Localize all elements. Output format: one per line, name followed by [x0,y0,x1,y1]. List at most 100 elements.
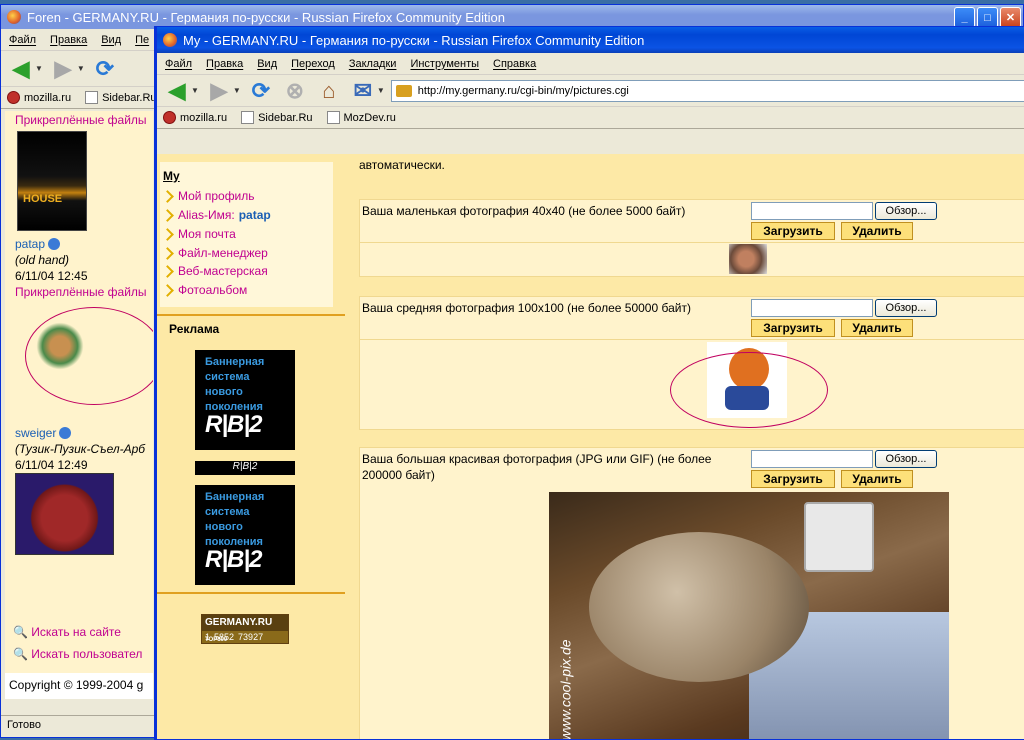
minimize-button[interactable]: _ [954,7,975,28]
highlight-ellipse [25,307,153,405]
sidebar-title[interactable]: My [163,169,180,183]
menu-tools[interactable]: Инструменты [410,58,479,70]
page-icon [326,111,340,124]
monitor [804,502,874,572]
small-photo-file-input[interactable] [751,202,873,220]
small-photo-delete-button[interactable]: Удалить [841,222,913,240]
menu-help[interactable]: Справка [493,58,536,70]
large-photo-panel: Ваша большая красивая фотография (JPG ил… [359,447,1024,740]
close-button[interactable]: ✕ [1000,7,1021,28]
ad-banner[interactable]: Баннерная система нового поколения R|B|2 [195,350,295,450]
bookmark-mozilla[interactable]: mozilla.ru [163,111,227,124]
firefox-icon [7,10,21,24]
menu-go[interactable]: Пе [135,34,149,46]
post-date: 6/11/04 12:49 [15,458,88,472]
small-photo-panel: Ваша маленькая фотография 40x40 (не боле… [359,199,1024,277]
main-area: автоматически. Ваша маленькая фотография… [345,154,1024,740]
search-site-link[interactable]: 🔍 Искать на сайте [13,625,121,639]
medium-photo-browse-button[interactable]: Обзор... [875,299,937,317]
forward-dropdown-icon[interactable]: ▼ [77,64,85,73]
medium-photo-upload-button[interactable]: Загрузить [751,319,835,337]
user-icon [59,427,72,439]
url-text: http://my.germany.ru/cgi-bin/my/pictures… [417,84,629,97]
large-photo-upload-button[interactable]: Загрузить [751,470,835,488]
site-icon [395,84,412,97]
sidebar-item-files[interactable]: Файл-менеджер [161,246,268,260]
arrow-icon [161,189,174,203]
arrow-icon [161,208,174,222]
post-author[interactable]: sweiger [15,426,72,440]
attached-files-link[interactable]: Прикреплённые файлы [15,113,147,127]
small-photo-browse-button[interactable]: Обзор... [875,202,937,220]
back-dropdown-icon[interactable]: ▼ [191,86,199,95]
post-author[interactable]: patap [15,237,61,251]
large-photo-file-input[interactable] [751,450,873,468]
arrow-icon [161,246,174,260]
top100-counter[interactable]: GERMANY.RU TOP100 1 5852 73927 [201,614,289,644]
front-menu-bar: Файл Правка Вид Переход Закладки Инструм… [157,53,1024,75]
back-page-content: Прикреплённые файлы HOUSE patap (old han… [5,111,153,699]
bookmark-sidebar[interactable]: Sidebar.Ru [85,91,157,104]
menu-file[interactable]: Файл [165,58,192,70]
ad-strip[interactable]: R|B|2 [195,461,295,475]
highlight-ellipse [670,352,828,428]
forward-dropdown-icon[interactable]: ▼ [233,86,241,95]
intro-text: автоматически. [359,158,445,172]
menu-bookmarks[interactable]: Закладки [349,58,397,70]
medium-photo-delete-button[interactable]: Удалить [841,319,913,337]
avatar-bulldog [15,473,114,555]
small-photo-preview [729,244,767,274]
house-image-label: HOUSE [23,193,63,205]
menu-edit[interactable]: Правка [50,34,87,46]
home-icon[interactable]: ⌂ [315,77,343,105]
mozilla-icon [163,111,176,124]
attached-files-link[interactable]: Прикреплённые файлы [15,285,147,299]
sidebar-item-webmaster[interactable]: Веб-мастерская [161,264,268,278]
attached-image-house[interactable] [17,131,87,231]
large-photo-browse-button[interactable]: Обзор... [875,450,937,468]
sidebar-item-alias[interactable]: Alias-Имя: patap [161,208,271,222]
front-page-content: My Мой профиль Alias-Имя: patap Моя почт… [157,154,1024,740]
search-user-link[interactable]: 🔍 Искать пользовател [13,647,142,661]
maximize-button[interactable]: □ [977,7,998,28]
forward-arrow-icon[interactable]: ▶ [49,55,77,83]
mail-dropdown-icon[interactable]: ▼ [377,86,385,95]
back-window-title: Foren - GERMANY.RU - Германия по-русски … [27,9,505,25]
large-photo-delete-button[interactable]: Удалить [841,470,913,488]
menu-view[interactable]: Вид [101,34,121,46]
menu-go[interactable]: Переход [291,58,335,70]
medium-photo-file-input[interactable] [751,299,873,317]
menu-edit[interactable]: Правка [206,58,243,70]
sidebar-item-mail[interactable]: Моя почта [161,227,236,241]
post-date: 6/11/04 12:45 [15,269,88,283]
bookmark-mozdev[interactable]: MozDev.ru [326,111,396,124]
bookmark-mozilla[interactable]: mozilla.ru [7,91,71,104]
rabbit [589,532,809,682]
url-bar[interactable]: http://my.germany.ru/cgi-bin/my/pictures… [390,79,1024,102]
arrow-icon [161,283,174,297]
front-title-bar[interactable]: My - GERMANY.RU - Германия по-русски - R… [157,27,1024,53]
front-browser-window: My - GERMANY.RU - Германия по-русски - R… [154,26,1024,740]
menu-file[interactable]: Файл [9,34,36,46]
post-role: (Тузик-Пузик-Съел-Арб [15,442,146,456]
forward-arrow-icon[interactable]: ▶ [205,77,233,105]
small-photo-upload-button[interactable]: Загрузить [751,222,835,240]
sidebar-item-profile[interactable]: Мой профиль [161,189,255,203]
mail-icon[interactable]: ✉ [349,77,377,105]
photo-watermark: www.cool-pix.de [557,639,574,740]
reload-icon[interactable]: ⟳ [247,77,275,105]
panel-divider [360,339,1024,340]
back-status-bar: Готово [1,715,155,735]
sidebar-item-photoalbum[interactable]: Фотоальбом [161,283,247,297]
front-nav-bar: ◀ ▼ ▶ ▼ ⟳ ⊗ ⌂ ✉ ▼ http://my.germany.ru/cgi-… [157,75,1024,107]
ads-title: Реклама [169,322,220,336]
back-arrow-icon[interactable]: ◀ [7,55,35,83]
ad-banner[interactable]: Баннерная система нового поколения R|B|2 [195,485,295,585]
stop-icon[interactable]: ⊗ [281,77,309,105]
bookmark-sidebar[interactable]: Sidebar.Ru [241,111,313,124]
copyright-text: Copyright © 1999-2004 g [5,673,153,699]
back-dropdown-icon[interactable]: ▼ [35,64,43,73]
menu-view[interactable]: Вид [257,58,277,70]
back-arrow-icon[interactable]: ◀ [163,77,191,105]
reload-icon[interactable]: ⟳ [91,55,119,83]
